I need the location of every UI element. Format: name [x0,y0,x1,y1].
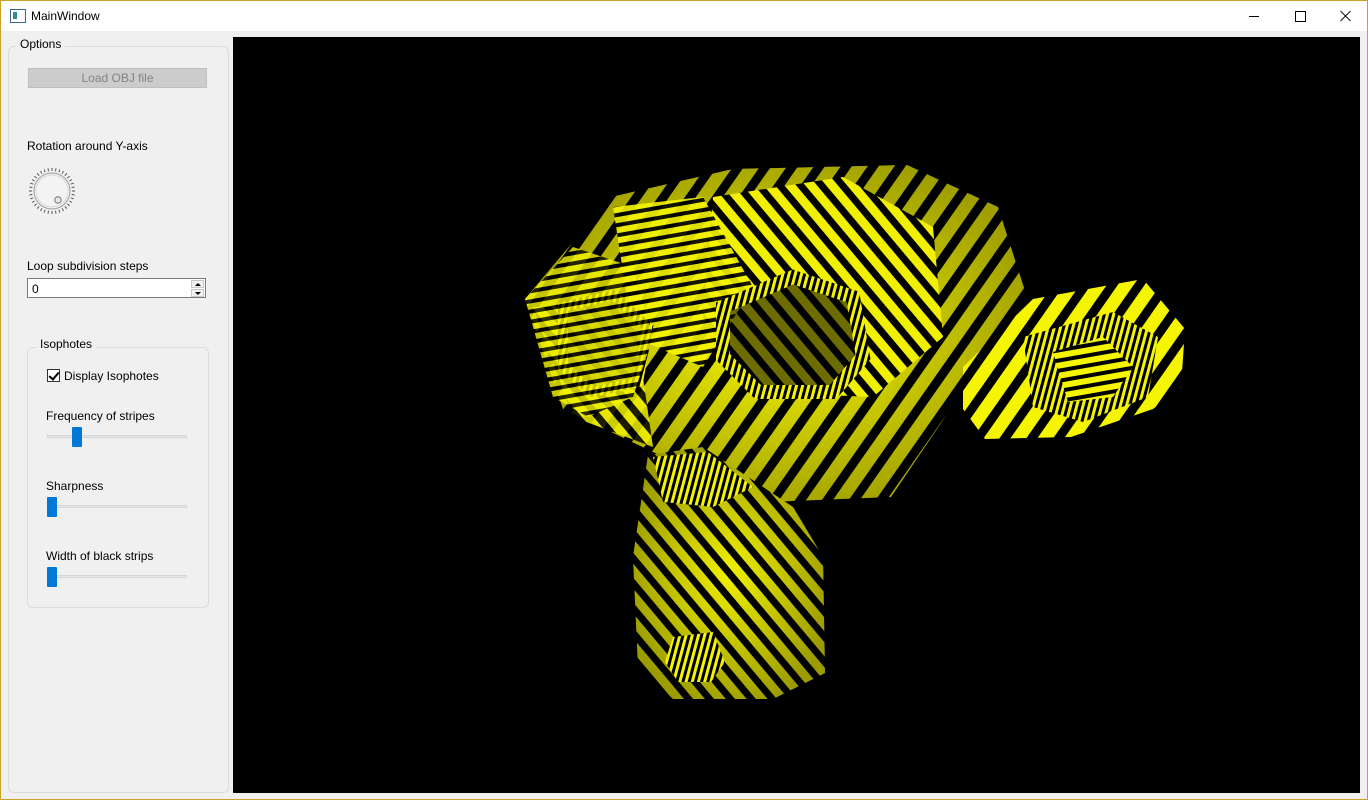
subdivision-label: Loop subdivision steps [27,259,149,273]
dial-tick [36,205,40,209]
dial-tick [66,175,70,179]
subdivision-spinbox[interactable]: 0 [27,278,206,298]
dial-tick [70,182,74,185]
checkmark-icon [48,369,60,381]
slider-track [47,575,187,578]
dial-tick [71,193,75,196]
dial-tick [58,169,61,173]
dial-tick [34,175,38,179]
dial-tick [29,186,33,189]
app-window-icon [10,9,26,23]
rotation-dial[interactable] [28,167,76,215]
dial-notch [54,196,62,204]
frequency-label: Frequency of stripes [46,409,155,423]
width-slider[interactable] [47,567,188,587]
rotation-label: Rotation around Y-axis [27,139,148,153]
slider-thumb[interactable] [47,497,57,517]
load-obj-button[interactable]: Load OBJ file [28,68,207,88]
spin-down-arrow-icon[interactable] [191,289,204,297]
maximize-icon [1294,10,1306,22]
dial-tick [34,203,38,207]
dial-tick [47,210,50,214]
width-label: Width of black strips [46,549,154,563]
frequency-slider[interactable] [47,427,188,447]
dial-tick [40,170,43,174]
close-icon [1340,10,1352,22]
isophote-mesh-render [525,165,1185,699]
dial-tick [69,200,73,203]
slider-track [47,435,187,438]
dial-tick [58,209,61,213]
monkey-left-ear [525,247,653,417]
dial-tick [36,173,40,177]
options-group-title: Options [16,37,66,51]
dial-tick [54,168,57,172]
slider-thumb[interactable] [47,567,57,587]
slider-track [47,505,187,508]
dial-tick [29,193,33,196]
dial-tick [31,179,35,182]
sharpness-label: Sharpness [46,479,104,493]
dial-tick [40,208,43,212]
window-title: MainWindow [31,9,100,23]
dial-tick [70,197,74,200]
dial-tick [43,209,46,213]
dial-tick [66,203,70,207]
dial-tick [54,210,57,214]
dial-tick [64,173,68,177]
dial-tick [31,200,35,203]
spin-up-arrow-icon[interactable] [191,280,204,288]
minimize-button[interactable] [1231,1,1277,31]
display-isophotes-checkbox[interactable] [47,369,60,382]
subdivision-value: 0 [32,282,39,296]
dial-tick [69,179,73,182]
dial-tick [30,182,34,185]
close-button[interactable] [1323,1,1368,31]
dial-tick [64,205,68,209]
title-bar[interactable]: MainWindow [1,1,1367,31]
dial-tick [30,197,34,200]
isophotes-group-title: Isophotes [36,337,97,351]
dial-tick [71,186,75,189]
display-isophotes-label[interactable]: Display Isophotes [64,369,159,383]
slider-thumb[interactable] [72,427,82,447]
dial-tick [61,208,64,212]
sharpness-slider[interactable] [47,497,188,517]
dial-tick [61,170,64,174]
minimize-icon [1249,15,1259,17]
dial-tick [47,168,50,172]
opengl-viewport[interactable] [233,37,1360,793]
dial-tick [43,169,46,173]
maximize-button[interactable] [1277,1,1323,31]
